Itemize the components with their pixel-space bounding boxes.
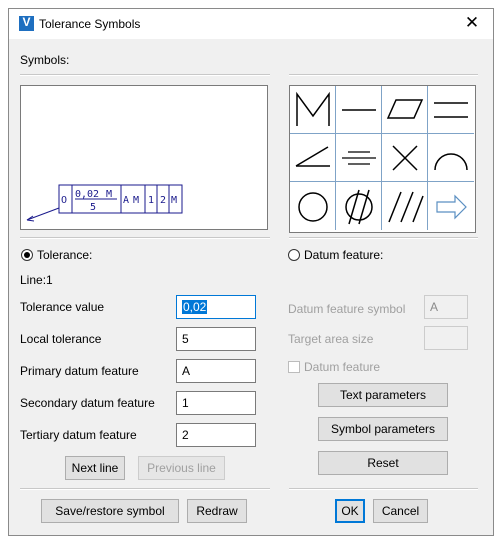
tolerance-radio[interactable]: [21, 249, 33, 261]
primary-datum-mark: A: [123, 195, 129, 206]
reset-button[interactable]: Reset: [318, 451, 448, 475]
secondary-datum-label: Secondary datum feature: [20, 396, 155, 410]
symbol-parameters-button[interactable]: Symbol parameters: [318, 417, 448, 441]
position-cross-icon[interactable]: [382, 134, 428, 182]
cylindricity-icon[interactable]: [336, 182, 382, 230]
cancel-button[interactable]: Cancel: [373, 499, 428, 523]
tertiary-datum-label: Tertiary datum feature: [20, 428, 137, 442]
modifier-mark: M: [133, 195, 139, 206]
local-tolerance-mark: 5: [90, 202, 96, 213]
primary-datum-label: Primary datum feature: [20, 364, 139, 378]
symbol-palette: [289, 85, 476, 233]
save-restore-symbol-button[interactable]: Save/restore symbol: [41, 499, 179, 523]
tertiary-datum-input[interactable]: 2: [176, 423, 256, 447]
tolerance-radio-label: Tolerance:: [37, 248, 93, 262]
local-tolerance-label: Local tolerance: [20, 332, 102, 346]
symbol-preview: O 0,02 M 5 A M 1 2 M: [20, 85, 268, 230]
total-runout-icon[interactable]: [382, 182, 428, 230]
circularity-icon[interactable]: [290, 182, 336, 230]
profile-of-line-icon[interactable]: [428, 134, 474, 182]
title-bar: V Tolerance Symbols ✕: [9, 9, 493, 39]
tertiary-datum-mark: 2: [160, 195, 166, 206]
datum-feature-checkbox[interactable]: [288, 361, 300, 373]
separator: [20, 488, 270, 490]
text-parameters-button[interactable]: Text parameters: [318, 383, 448, 407]
previous-line-button[interactable]: Previous line: [138, 456, 225, 480]
redraw-button[interactable]: Redraw: [187, 499, 247, 523]
next-page-arrow-icon[interactable]: [428, 182, 474, 230]
tolerance-value-mark: 0,02: [75, 189, 99, 200]
secondary-datum-mark: 1: [148, 195, 154, 206]
circularity-mark: O: [61, 195, 67, 206]
tolerance-value-label: Tolerance value: [20, 300, 105, 314]
symmetry-icon[interactable]: [336, 134, 382, 182]
local-tolerance-input[interactable]: 5: [176, 327, 256, 351]
next-line-button[interactable]: Next line: [65, 456, 125, 480]
window-title: Tolerance Symbols: [39, 17, 141, 31]
separator: [289, 488, 478, 490]
ok-button[interactable]: OK: [335, 499, 365, 523]
close-icon[interactable]: ✕: [457, 12, 487, 34]
secondary-datum-input[interactable]: 1: [176, 391, 256, 415]
separator: [289, 74, 478, 76]
straightness-icon[interactable]: [336, 86, 382, 134]
symbols-label: Symbols:: [20, 53, 70, 67]
separator: [20, 237, 270, 239]
tolerance-value-input[interactable]: 0,02: [176, 295, 256, 319]
modifier-mark: M: [171, 195, 177, 206]
primary-datum-input[interactable]: A: [176, 359, 256, 383]
datum-feature-symbol-label: Datum feature symbol: [288, 302, 406, 316]
datum-feature-radio[interactable]: [288, 249, 300, 261]
angularity-icon[interactable]: [290, 134, 336, 182]
separator: [289, 237, 478, 239]
datum-feature-radio-label: Datum feature:: [304, 248, 384, 262]
max-material-icon[interactable]: [290, 86, 336, 134]
parallelism-icon[interactable]: [428, 86, 474, 134]
tolerance-symbols-dialog: V Tolerance Symbols ✕ Symbols: O 0,02 M …: [8, 8, 494, 536]
modifier-mark: M: [106, 189, 112, 200]
line-info: Line:1: [20, 273, 53, 287]
datum-feature-symbol-input[interactable]: A: [424, 295, 468, 319]
flatness-icon[interactable]: [382, 86, 428, 134]
target-area-size-input[interactable]: [424, 326, 468, 350]
datum-feature-checkbox-label: Datum feature: [304, 360, 381, 374]
app-logo-icon: V: [19, 15, 34, 31]
separator: [20, 74, 270, 76]
target-area-size-label: Target area size: [288, 332, 374, 346]
tolerance-frame-preview: O 0,02 M 5 A M 1 2 M: [26, 184, 183, 222]
